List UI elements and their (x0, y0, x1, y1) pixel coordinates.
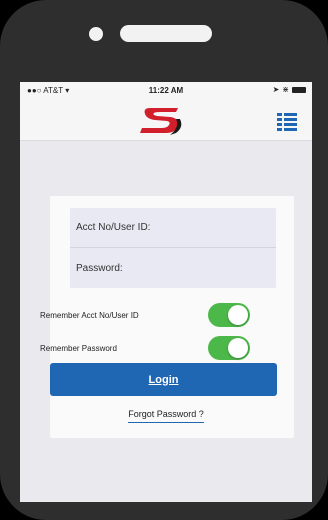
location-icon: ➤ (272, 85, 280, 94)
status-icons: ➤ ⋇ (273, 85, 306, 94)
remember-account-label: Remember Acct No/User ID (40, 310, 139, 320)
camera-dot (89, 27, 103, 41)
bluetooth-icon: ⋇ (282, 85, 289, 94)
toggle-knob (228, 305, 248, 325)
status-time: 11:22 AM (148, 86, 184, 95)
remember-password-label: Remember Password (40, 343, 117, 353)
account-field[interactable]: Acct No/User ID: (70, 208, 276, 248)
account-placeholder: Acct No/User ID: (76, 222, 151, 233)
forgot-password-link[interactable]: Forgot Password ? (128, 409, 204, 423)
s-logo-icon (140, 108, 182, 135)
app-screen: ●●○ AT&T ▾ 11:22 AM ➤ ⋇ Acct No/User ID:… (20, 82, 312, 502)
login-button[interactable]: Login (50, 363, 277, 396)
menu-icon[interactable] (276, 110, 298, 132)
speaker-slot (120, 25, 212, 42)
forgot-password-row: Forgot Password ? (20, 409, 312, 423)
password-placeholder: Password: (76, 262, 123, 274)
battery-icon (292, 86, 306, 93)
password-field[interactable]: Password: (70, 248, 276, 288)
remember-account-toggle[interactable] (208, 303, 250, 327)
app-header (20, 100, 312, 141)
remember-account-row: Remember Acct No/User ID (40, 302, 250, 328)
credentials-group: Acct No/User ID: Password: (70, 208, 276, 288)
remember-password-row: Remember Password (40, 335, 250, 361)
toggle-knob (228, 338, 248, 358)
remember-password-toggle[interactable] (208, 336, 250, 360)
status-bar: ●●○ AT&T ▾ 11:22 AM ➤ ⋇ (20, 82, 312, 100)
phone-frame: ●●○ AT&T ▾ 11:22 AM ➤ ⋇ Acct No/User ID:… (0, 0, 328, 520)
